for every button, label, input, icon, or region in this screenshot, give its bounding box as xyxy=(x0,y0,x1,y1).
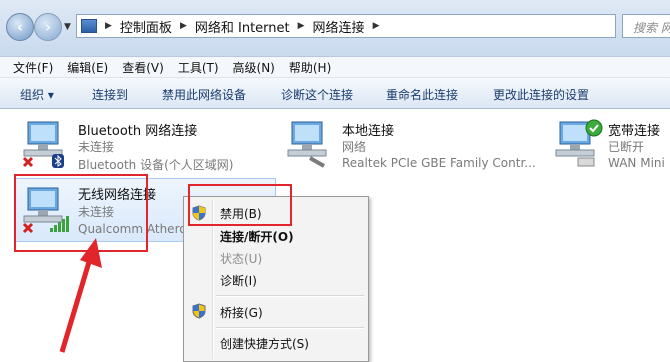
connection-device: Bluetooth 设备(个人区域网) xyxy=(78,158,234,172)
address-bar[interactable]: ▶ 控制面板 ▶ 网络和 Internet ▶ 网络连接 ▶ ▼ ⟳ xyxy=(76,14,670,38)
chevron-right-icon[interactable]: ▶ xyxy=(180,21,187,31)
menu-tools[interactable]: 工具(T) xyxy=(178,59,219,76)
connection-device: Realtek PCIe GBE Family Contr... xyxy=(342,156,536,170)
breadcrumb-control-panel[interactable]: 控制面板 xyxy=(120,17,172,36)
forward-button[interactable]: › xyxy=(34,13,62,41)
network-adapter-icon xyxy=(22,121,64,168)
menu-edit[interactable]: 编辑(E) xyxy=(67,59,108,76)
annotation-box-wireless xyxy=(14,174,148,252)
connection-name: Bluetooth 网络连接 xyxy=(78,124,198,139)
menu-item-bridge[interactable]: 桥接(G) xyxy=(220,304,263,321)
connection-status: 网络 xyxy=(342,140,367,154)
search-placeholder: 搜索 网络 xyxy=(633,21,670,35)
connection-status: 未连接 xyxy=(78,140,115,154)
history-dropdown-icon[interactable]: ▼ xyxy=(64,22,71,32)
connection-name: 宽带连接 xyxy=(608,124,661,139)
uac-shield-icon xyxy=(192,303,206,319)
menu-separator xyxy=(216,295,364,297)
menu-item-connect-disconnect[interactable]: 连接/断开(O) xyxy=(220,228,294,245)
breadcrumb-network-internet[interactable]: 网络和 Internet xyxy=(195,17,290,36)
control-panel-icon xyxy=(81,19,97,33)
connection-status: 已断开 xyxy=(608,140,645,154)
menu-item-create-shortcut[interactable]: 创建快捷方式(S) xyxy=(220,335,309,352)
change-settings-button[interactable]: 更改此连接的设置 xyxy=(493,86,589,103)
rename-button[interactable]: 重命名此连接 xyxy=(386,86,458,103)
menu-file[interactable]: 文件(F) xyxy=(13,59,53,76)
menu-separator xyxy=(216,327,364,329)
chevron-right-icon[interactable]: ▶ xyxy=(105,21,112,31)
back-button[interactable]: ‹ xyxy=(6,13,34,41)
breadcrumb-network-connections[interactable]: 网络连接 xyxy=(313,17,365,36)
chevron-right-icon[interactable]: ▶ xyxy=(298,21,305,31)
menu-item-diagnose[interactable]: 诊断(I) xyxy=(220,272,257,289)
organize-button[interactable]: 组织 ▾ xyxy=(20,86,54,103)
menu-advanced[interactable]: 高级(N) xyxy=(233,59,275,76)
broadband-connection-icon xyxy=(555,119,603,167)
connection-name: 本地连接 xyxy=(342,124,395,139)
connect-to-button[interactable]: 连接到 xyxy=(92,86,128,103)
connection-device: WAN Mini xyxy=(608,156,665,170)
network-adapter-icon xyxy=(287,121,327,168)
annotation-box-disable xyxy=(188,184,292,226)
address-toolbar: ‹ › ▼ ▶ 控制面板 ▶ 网络和 Internet ▶ 网络连接 ▶ ▼ ⟳… xyxy=(0,0,670,57)
menu-item-status: 状态(U) xyxy=(220,252,263,266)
command-bar: 组织 ▾ 连接到 禁用此网络设备 诊断这个连接 重命名此连接 更改此连接的设置 xyxy=(0,78,670,109)
disable-device-button[interactable]: 禁用此网络设备 xyxy=(162,86,246,103)
menu-view[interactable]: 查看(V) xyxy=(122,59,164,76)
diagnose-button[interactable]: 诊断这个连接 xyxy=(281,86,353,103)
menu-help[interactable]: 帮助(H) xyxy=(289,59,331,76)
menu-bar: 文件(F) 编辑(E) 查看(V) 工具(T) 高级(N) 帮助(H) xyxy=(0,57,670,78)
search-input[interactable]: 搜索 网络 xyxy=(622,14,670,38)
chevron-right-icon[interactable]: ▶ xyxy=(373,21,380,31)
